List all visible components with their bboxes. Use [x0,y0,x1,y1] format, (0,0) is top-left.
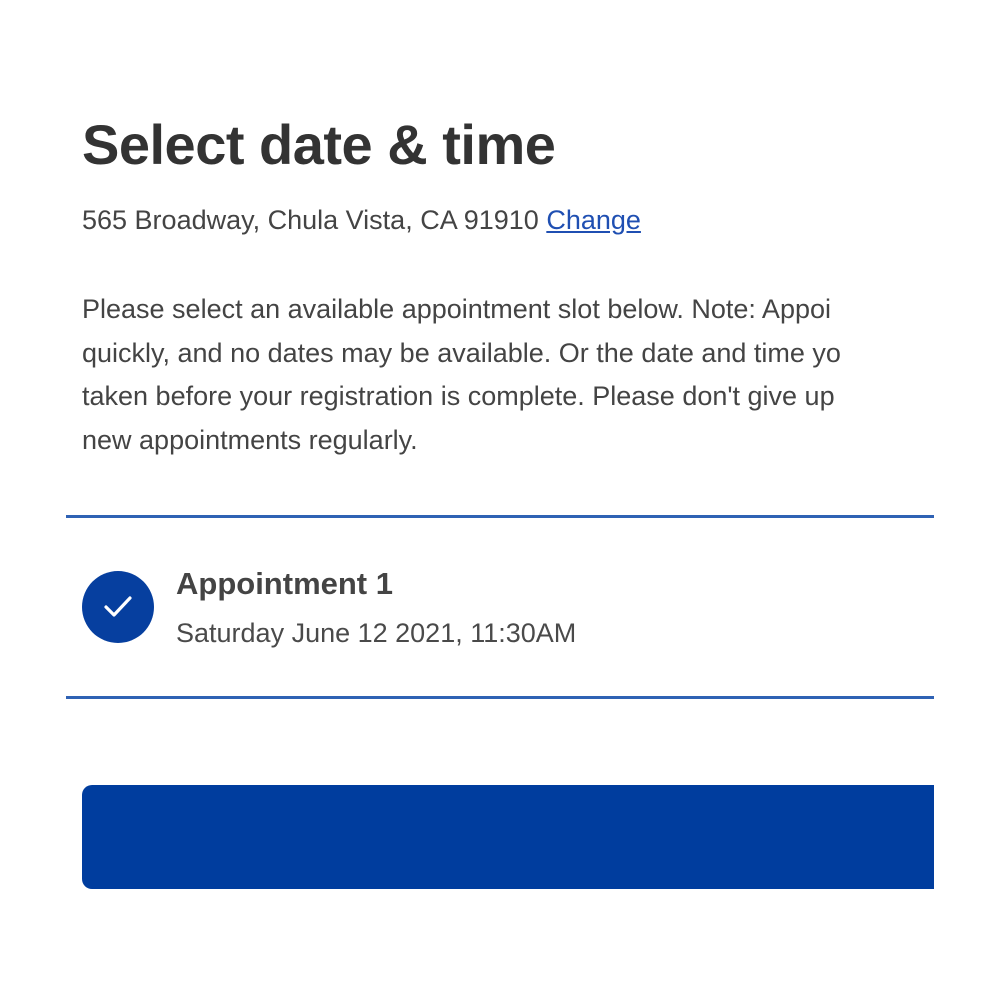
appointment-notice: Please select an available appointment s… [82,288,934,462]
notice-line: taken before your registration is comple… [82,381,835,411]
notice-line: new appointments regularly. [82,424,418,455]
page-frame: Select date & time 565 Broadway, Chula V… [0,0,934,1000]
appointment-datetime: Saturday June 12 2021, 11:30AM [176,618,577,648]
location-address: 565 Broadway, Chula Vista, CA 91910 [82,205,539,235]
check-icon-glyph [104,596,132,617]
section-divider-top [66,515,934,518]
section-divider-bottom [66,696,934,699]
check-icon [82,571,154,643]
primary-action-button[interactable] [82,785,934,889]
page-title: Select date & time [82,113,556,176]
appointment-title: Appointment 1 [176,566,393,601]
notice-line: quickly, and no dates may be available. … [82,337,841,368]
change-location-link[interactable]: Change [546,205,641,235]
notice-line: Please select an available appointment s… [82,294,831,324]
location-line: 565 Broadway, Chula Vista, CA 91910 Chan… [82,205,641,236]
